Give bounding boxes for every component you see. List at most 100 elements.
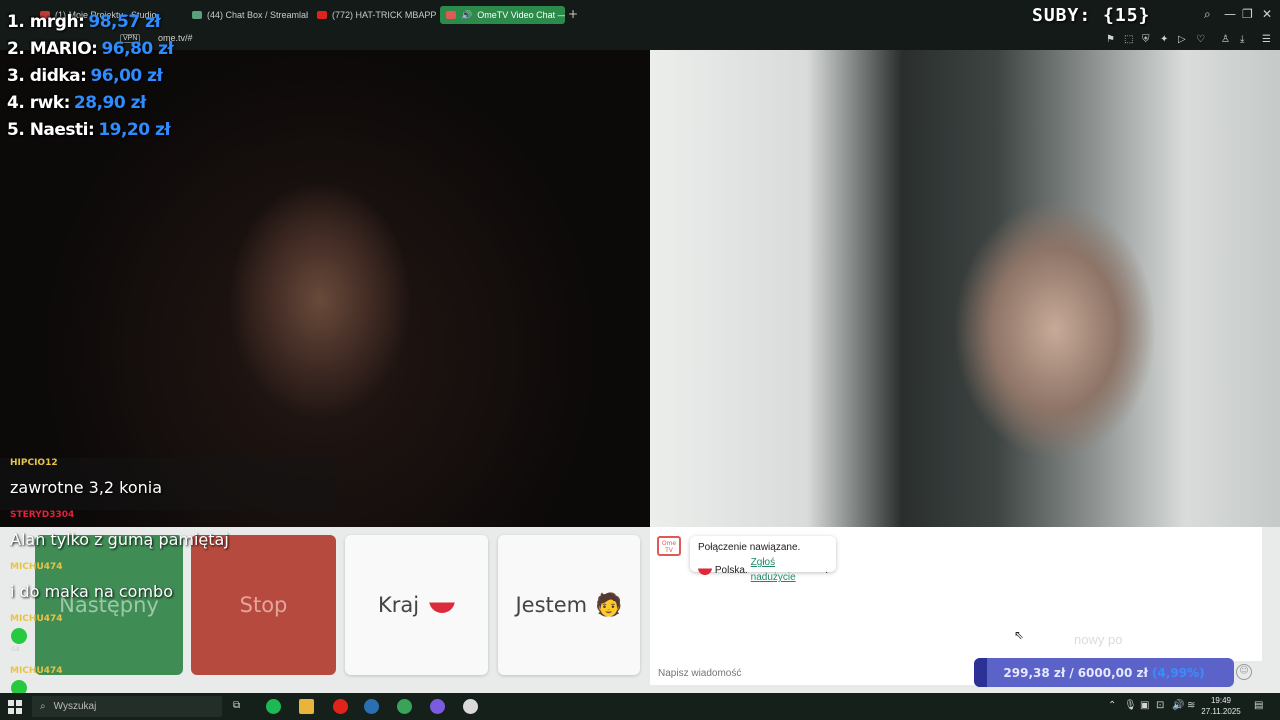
task-view-icon[interactable]: ⧉ — [233, 700, 240, 711]
ranking-name: 5. Naesti: — [7, 119, 95, 140]
ranking-name: 2. MARIO: — [7, 38, 98, 59]
gender-button[interactable]: Jestem 🧑 — [498, 535, 640, 675]
steam-icon[interactable] — [364, 699, 379, 714]
ranking-row: 1. mrgh: 98,57 zł — [7, 8, 207, 35]
chat-username: MICHU474 — [10, 562, 63, 572]
chat-badge-label: GX — [11, 646, 20, 653]
ranking-name: 1. mrgh: — [7, 11, 85, 32]
chat-text: i do maka na combo — [10, 582, 173, 601]
chat-message: HIPCIO12 zawrotne 3,2 konia — [0, 458, 336, 510]
search-icon[interactable]: ⌕ — [1204, 7, 1211, 22]
goal-text: 299,38 zł / 6000,00 zł (4,99%) — [974, 658, 1234, 687]
search-icon: ⌕ — [40, 701, 46, 712]
ranking-row: 5. Naesti: 19,20 zł — [7, 116, 207, 143]
goal-percent: (4,99%) — [1151, 665, 1205, 680]
goal-current: 299,38 zł — [1003, 665, 1066, 680]
shield-icon[interactable]: ⛨ — [1142, 34, 1150, 45]
bookmark-icon[interactable]: ⚑ — [1106, 34, 1115, 45]
file-explorer-icon[interactable] — [299, 699, 314, 714]
opera-gx-icon[interactable] — [333, 699, 348, 714]
microphone-icon[interactable]: 🎙 — [1124, 700, 1137, 711]
chat-message: MICHU474 GX — [0, 614, 336, 666]
extension-icon[interactable]: ✦ — [1160, 34, 1168, 45]
screen: (1) Moje Projekty - Studio (44) Chat Box… — [0, 0, 1280, 720]
wifi-icon[interactable]: ≋ — [1187, 700, 1195, 711]
tray-expand-icon[interactable]: ⌃ — [1108, 700, 1116, 711]
ranking-name: 4. rwk: — [7, 92, 70, 113]
download-icon[interactable]: ⤓ — [1240, 34, 1244, 45]
clock-time: 19:49 — [1210, 696, 1232, 705]
system-message: Połączenie nawiązane. Polska. Zgłoś nadu… — [690, 536, 836, 583]
profile-icon[interactable]: ♙ — [1221, 34, 1230, 45]
donation-ranking: 1. mrgh: 98,57 zł 2. MARIO: 96,80 zł 3. … — [7, 8, 207, 143]
ranking-row: 2. MARIO: 96,80 zł — [7, 35, 207, 62]
tab-label: (44) Chat Box / Streamlabs — [207, 10, 308, 20]
ometv-logo-icon: Ome TV — [657, 536, 681, 556]
country-button[interactable]: Kraj — [345, 535, 488, 675]
ranking-name: 3. didka: — [7, 65, 87, 86]
obs-icon[interactable] — [463, 699, 478, 714]
goal-target: 6000,00 zł — [1077, 665, 1148, 680]
display-icon[interactable]: ▣ — [1140, 700, 1149, 711]
ranking-amount: 96,00 zł — [90, 65, 163, 86]
taskbar: ⌕ Wyszukaj ⧉ ⌃ 🎙 ▣ ⊡ 🔊 ≋ 19:49 27.11.202… — [0, 693, 1280, 720]
goal-separator: / — [1069, 665, 1074, 680]
speaker-icon: 🔊 — [461, 9, 473, 20]
discord-icon[interactable] — [430, 699, 445, 714]
poland-flag-icon — [698, 565, 712, 575]
ometv-icon — [446, 11, 456, 19]
spotify-icon[interactable] — [266, 699, 281, 714]
overlay-ghost-text: nowy po — [1074, 632, 1123, 647]
heart-icon[interactable]: ♡ — [1196, 34, 1205, 45]
chat-emote-icon — [11, 628, 27, 644]
volume-icon[interactable]: 🔊 — [1172, 700, 1184, 711]
chat-text: Alan tylko z gumą pamiętaj — [10, 530, 229, 549]
report-abuse-link[interactable]: Zgłoś nadużycie — [751, 555, 823, 585]
new-tab-button[interactable]: + — [568, 7, 578, 21]
subscriber-counter: SUBY: {15} — [1032, 5, 1151, 26]
chat-username: MICHU474 — [10, 666, 63, 676]
ranking-amount: 96,80 zł — [101, 38, 174, 59]
ranking-row: 3. didka: 96,00 zł — [7, 62, 207, 89]
taskbar-search[interactable]: ⌕ Wyszukaj — [32, 696, 222, 717]
notifications-icon[interactable]: ▤ — [1254, 700, 1263, 711]
ranking-amount: 19,20 zł — [98, 119, 171, 140]
windows-start-icon[interactable] — [8, 700, 22, 714]
boy-emoji-icon: 🧑 — [595, 592, 623, 618]
chat-message: STERYD3304 Alan tylko z gumą pamiętaj — [0, 510, 336, 562]
tab-ometv[interactable]: 🔊 OmeTV Video Chat — — [440, 6, 565, 24]
country-name: Polska. — [714, 564, 748, 576]
ranking-amount: 98,57 zł — [88, 11, 161, 32]
chat-message: MICHU474 i do maka na combo — [0, 562, 336, 614]
emoji-picker-icon[interactable]: ☺ — [1236, 664, 1252, 680]
screenshot-icon[interactable]: ⬚ — [1124, 34, 1133, 45]
report-suffix: . — [825, 564, 828, 576]
donation-goal-bar: 299,38 zł / 6000,00 zł (4,99%) — [974, 658, 1234, 687]
restore-icon[interactable]: ❐ — [1242, 7, 1253, 21]
network-icon[interactable]: ⊡ — [1156, 700, 1164, 711]
clock-date: 27.11.2025 — [1201, 707, 1241, 716]
ranking-amount: 28,90 zł — [73, 92, 146, 113]
country-label: Kraj — [377, 593, 420, 617]
gender-label: Jestem — [515, 593, 588, 617]
message-input[interactable] — [650, 661, 980, 685]
stream-chat-overlay: HIPCIO12 zawrotne 3,2 konia STERYD3304 A… — [0, 458, 336, 706]
minimize-icon[interactable]: — — [1224, 7, 1236, 21]
chat-text: zawrotne 3,2 konia — [10, 478, 163, 497]
youtube-icon — [317, 11, 327, 19]
play-icon[interactable]: ▷ — [1178, 34, 1186, 45]
tab-label: OmeTV Video Chat — — [477, 10, 565, 20]
ranking-row: 4. rwk: 28,90 zł — [7, 89, 207, 116]
tab-label: (772) HAT-TRICK MBAPPE — [332, 10, 437, 20]
menu-icon[interactable]: ☰ — [1262, 34, 1271, 45]
close-icon[interactable]: ✕ — [1262, 7, 1272, 21]
chat-username: HIPCIO12 — [10, 458, 58, 468]
country-line: Polska. Zgłoś nadużycie. — [698, 555, 828, 585]
search-placeholder: Wyszukaj — [53, 701, 97, 712]
chrome-icon[interactable] — [397, 699, 412, 714]
tab-youtube-video[interactable]: (772) HAT-TRICK MBAPPE — [311, 6, 437, 24]
own-camera-feed — [650, 50, 1280, 527]
system-clock[interactable]: 19:49 27.11.2025 — [1200, 695, 1242, 717]
poland-flag-icon — [429, 597, 456, 613]
chat-username: STERYD3304 — [10, 510, 75, 520]
